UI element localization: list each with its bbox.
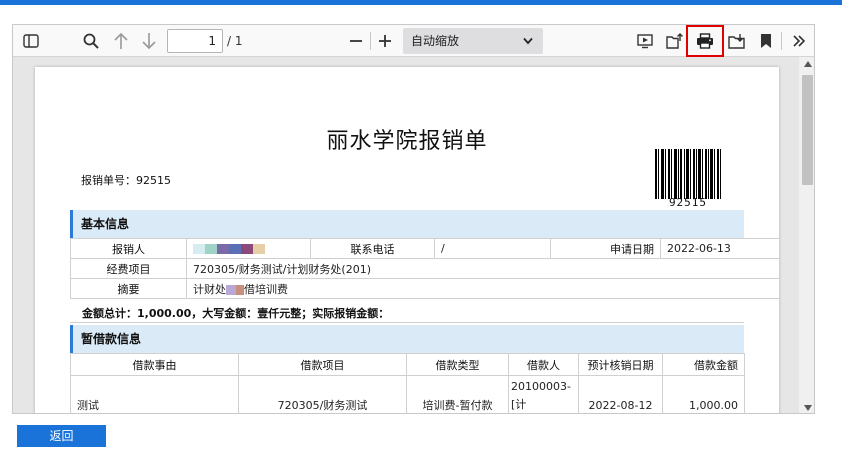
loan-info-section-title: 暂借款信息 [70,325,744,353]
scroll-up-button[interactable] [799,57,814,71]
document-viewport[interactable]: 丽水学院报销单 报销单号：92515 92515 基本信息 报销人 联系电话 /… [13,57,814,413]
table-row: 报销人 联系电话 / 申请日期 2022-06-13 [70,238,779,259]
scrollbar-thumb[interactable] [802,75,813,185]
zoom-in-button[interactable] [374,29,396,53]
zoom-select[interactable]: 自动缩放 [403,28,543,54]
date-value: 2022-06-13 [660,238,779,259]
print-highlight-frame [686,25,724,57]
next-page-button[interactable] [137,29,161,53]
loan-reason: 测试 [70,375,239,413]
summary-text-end: 借培训费 [244,282,288,296]
plus-icon [379,35,391,47]
basic-info-section-title: 基本信息 [70,210,744,238]
open-file-icon [666,33,683,49]
table-header-row: 借款事由 借款项目 借款类型 借款人 预计核销日期 借款金额 [70,353,745,376]
loan-date: 2022-08-12 [578,375,663,413]
presentation-mode-button[interactable] [633,29,657,53]
download-icon [728,34,745,49]
summary-text-start: 计财处 [193,282,226,296]
column-header: 借款金额 [662,353,745,376]
column-header: 借款项目 [238,353,407,376]
barcode-number: 92515 [668,196,708,209]
column-header: 借款事由 [70,353,239,376]
column-header: 借款类型 [406,353,509,376]
pdf-toolbar: 1 / 1 自动缩放 [13,25,814,57]
sidebar-toggle-button[interactable] [19,29,43,53]
table-row: 测试 720305/财务测试 培训费-暂付款 20100003-[计 财处 20… [70,375,745,413]
chevron-down-icon [523,37,533,45]
table-row: 摘要 计财处 借培训费 [70,278,779,299]
find-button[interactable] [79,29,103,53]
bookmark-icon [761,34,771,48]
page-number-input[interactable]: 1 [167,29,223,53]
fund-value: 720305/财务测试/计划财务处(201) [186,258,779,279]
pdf-viewer: 1 / 1 自动缩放 丽水学院报销单 报销单号：92515 92515 基本信息… [12,24,815,414]
amount-summary: 金额总计：1,000.00，大写金额：壹仟元整；实际报销金额： [70,305,744,323]
bookmark-button[interactable] [755,29,777,53]
vertical-scrollbar[interactable] [799,57,814,413]
toolbar-divider [370,32,371,50]
phone-label: 联系电话 [310,238,435,259]
arrow-up-icon [114,32,128,49]
top-accent-bar [0,0,842,5]
applicant-value [186,238,311,259]
search-icon [83,33,99,49]
summary-value: 计财处 借培训费 [186,278,779,299]
fund-label: 经费项目 [70,258,187,279]
column-header: 预计核销日期 [578,353,663,376]
tools-menu-button[interactable] [787,29,811,53]
loan-info-table: 借款事由 借款项目 借款类型 借款人 预计核销日期 借款金额 测试 720305… [70,353,745,413]
page-count: / 1 [227,34,243,48]
loan-type: 培训费-暂付款 [406,375,509,413]
minus-icon [350,40,362,42]
zoom-out-button[interactable] [345,29,367,53]
download-button[interactable] [725,29,749,53]
table-row: 经费项目 720305/财务测试/计划财务处(201) [70,258,779,279]
arrow-down-icon [142,33,156,50]
scroll-down-button[interactable] [799,401,814,413]
sidebar-icon [23,34,39,48]
document-page: 丽水学院报销单 报销单号：92515 92515 基本信息 报销人 联系电话 /… [35,67,779,413]
open-file-button[interactable] [663,29,687,53]
presentation-icon [637,34,653,49]
return-button[interactable]: 返回 [17,425,106,447]
basic-info-table: 报销人 联系电话 / 申请日期 2022-06-13 经费项目 720305/财… [70,238,779,299]
loan-project: 720305/财务测试 [238,375,407,413]
toolbar-divider [781,32,782,50]
document-number: 报销单号：92515 [81,174,171,187]
triangle-up-icon [803,61,812,67]
column-header: 借款人 [508,353,579,376]
loan-borrower: 20100003-[计 财处 [508,375,579,413]
summary-label: 摘要 [70,278,187,299]
double-chevron-right-icon [793,35,806,47]
borrower-text-start: 20100003-[计 [511,380,571,411]
phone-value: / [434,238,551,259]
zoom-value: 自动缩放 [411,34,460,48]
applicant-label: 报销人 [70,238,187,259]
date-label: 申请日期 [550,238,661,259]
barcode-image [655,149,721,199]
previous-page-button[interactable] [109,29,133,53]
triangle-down-icon [803,405,812,411]
loan-amount: 1,000.00 [662,375,745,413]
